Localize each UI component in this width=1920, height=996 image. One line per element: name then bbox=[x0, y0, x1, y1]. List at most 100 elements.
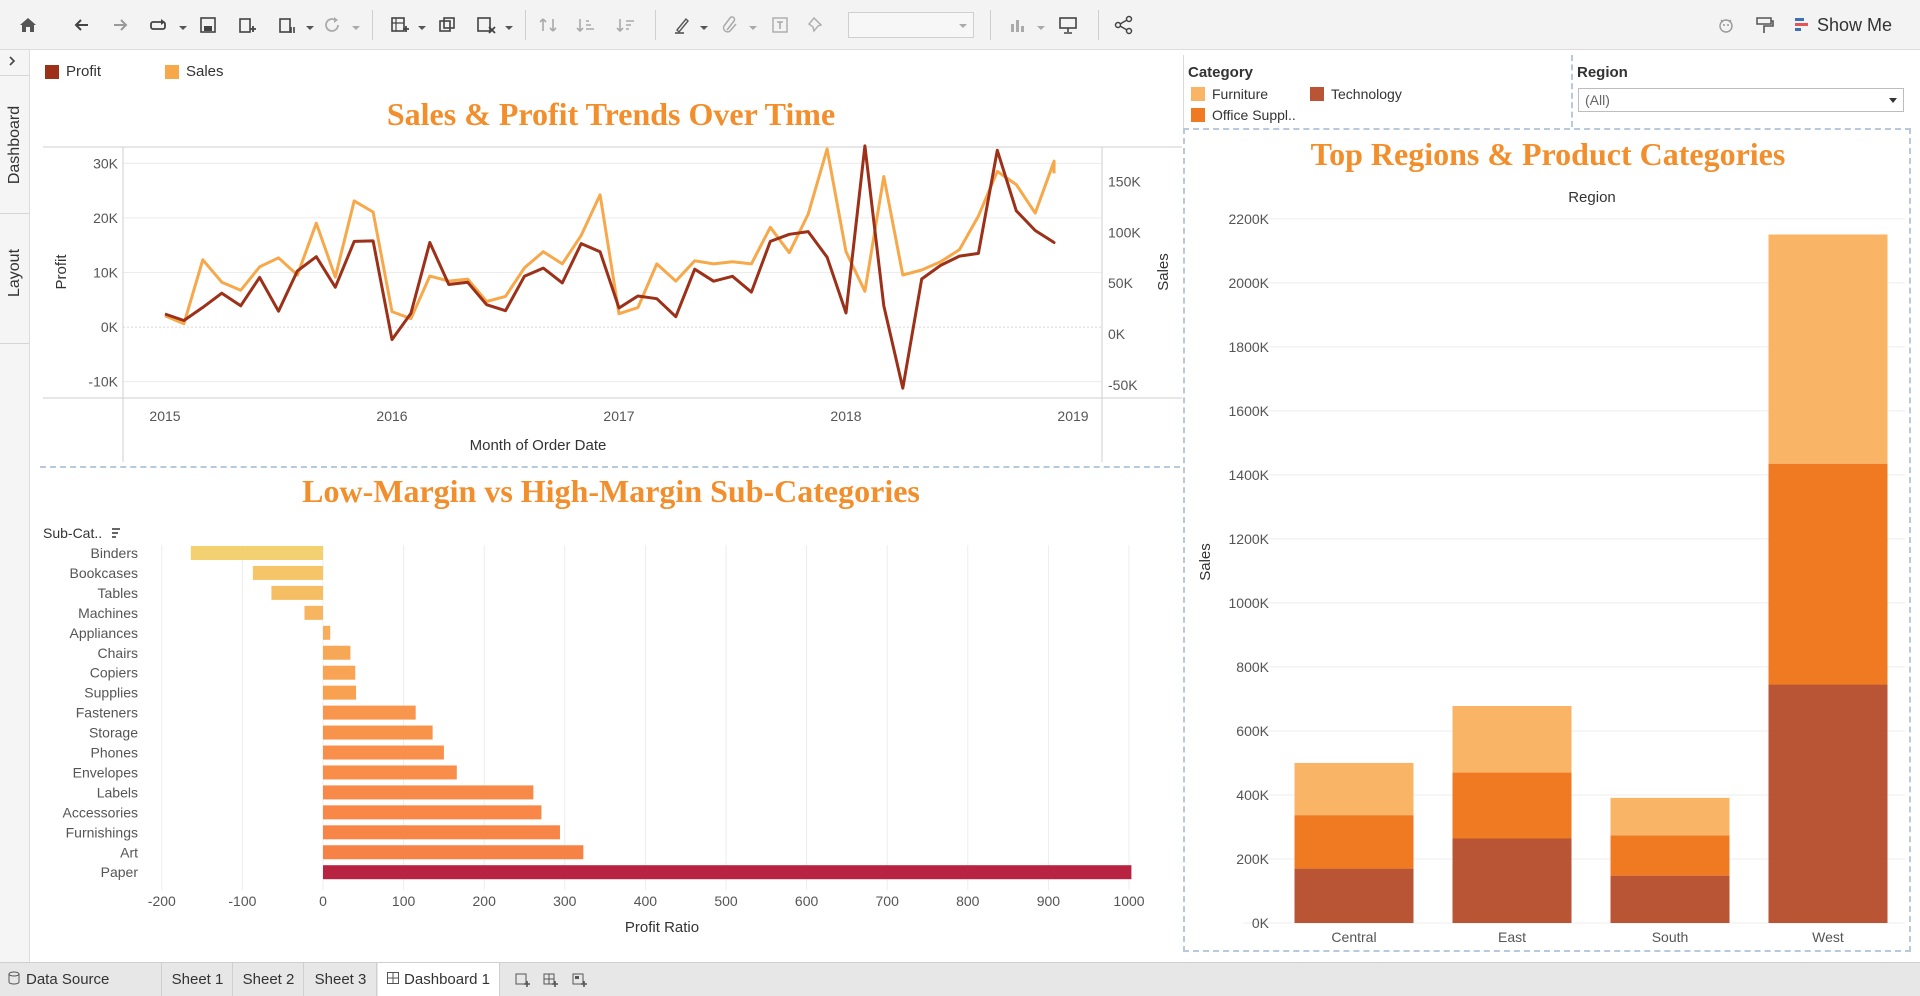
bar-labels[interactable] bbox=[323, 785, 534, 800]
y-tick-label: 0K bbox=[1252, 915, 1270, 931]
x-tick-label: 100 bbox=[392, 893, 416, 909]
data-source-tab[interactable]: Data Source bbox=[0, 963, 162, 996]
new-worksheet-icon[interactable] bbox=[386, 11, 414, 39]
bar-appliances[interactable] bbox=[323, 625, 331, 640]
share-icon[interactable] bbox=[1110, 11, 1138, 39]
bar-chairs[interactable] bbox=[323, 645, 351, 660]
bar-segment-technology[interactable] bbox=[1610, 875, 1730, 923]
save-icon[interactable] bbox=[194, 11, 222, 39]
line-chart[interactable]: 30K 20K 10K 0K -10K 150K 100K 50K 0K -50K 2015 20… bbox=[40, 140, 1182, 466]
swap-icon[interactable] bbox=[534, 11, 562, 39]
bar-copiers[interactable] bbox=[323, 665, 356, 680]
tab-layout[interactable]: Layout bbox=[0, 218, 30, 328]
bar-segment-technology[interactable] bbox=[1452, 838, 1572, 923]
chevron-down-icon[interactable] bbox=[352, 19, 360, 30]
x-tick-label: 2016 bbox=[376, 408, 407, 424]
label-icon[interactable] bbox=[766, 11, 794, 39]
clear-icon[interactable] bbox=[472, 11, 500, 39]
category-label: Chairs bbox=[98, 645, 138, 661]
show-me-button[interactable]: Show Me bbox=[1795, 12, 1892, 38]
bar-segment-technology[interactable] bbox=[1294, 868, 1414, 923]
y-right-tick-label: 50K bbox=[1108, 275, 1134, 291]
chevron-down-icon[interactable] bbox=[749, 19, 757, 30]
chart-icon[interactable] bbox=[1004, 11, 1032, 39]
bar-bookcases[interactable] bbox=[252, 565, 323, 580]
chevron-down-icon[interactable] bbox=[179, 19, 187, 30]
category-item-technology[interactable]: Technology bbox=[1310, 86, 1402, 102]
sheet-tab-active[interactable]: Dashboard 1 bbox=[378, 963, 500, 996]
chevron-down-icon[interactable] bbox=[306, 19, 314, 30]
legend-item-profit[interactable]: Profit bbox=[45, 63, 101, 80]
chevron-down-icon[interactable] bbox=[700, 19, 708, 30]
x-tick-label: 900 bbox=[1037, 893, 1061, 909]
category-label: Art bbox=[120, 844, 138, 860]
format-icon[interactable] bbox=[1750, 11, 1778, 39]
bar-accessories[interactable] bbox=[323, 805, 542, 820]
chevron-down-icon[interactable] bbox=[418, 19, 426, 30]
bar-binders[interactable] bbox=[190, 546, 323, 560]
bar-paper[interactable] bbox=[323, 865, 1132, 880]
legend-item-sales[interactable]: Sales bbox=[165, 63, 224, 80]
bar-phones[interactable] bbox=[323, 745, 444, 760]
region-filter-dropdown[interactable]: (All) bbox=[1578, 88, 1904, 112]
group-icon[interactable] bbox=[716, 11, 744, 39]
sort-desc-icon[interactable] bbox=[612, 11, 640, 39]
pause-icon[interactable] bbox=[272, 11, 300, 39]
subcategory-bar-chart[interactable]: Sub-Cat.. Binders Bookcases Tables Machines… bbox=[40, 520, 1182, 940]
add-datasource-icon[interactable] bbox=[233, 11, 261, 39]
category-item-office-supplies[interactable]: Office Suppl.. bbox=[1191, 107, 1296, 123]
pin-icon[interactable] bbox=[802, 11, 830, 39]
bar-segment-furniture[interactable] bbox=[1768, 234, 1888, 464]
sales-series-line[interactable] bbox=[164, 147, 1056, 326]
new-dashboard-icon[interactable] bbox=[538, 963, 564, 996]
bar-segment-furniture[interactable] bbox=[1610, 797, 1730, 836]
tab-dashboard[interactable]: Dashboard bbox=[0, 80, 30, 210]
y-tick-label: 2200K bbox=[1229, 211, 1270, 227]
sheet-tab[interactable]: Sheet 1 bbox=[163, 963, 233, 996]
sheet-tab[interactable]: Sheet 3 bbox=[305, 963, 377, 996]
region-filter-title: Region bbox=[1577, 64, 1628, 81]
bar-segment-technology[interactable] bbox=[1768, 684, 1888, 923]
category-label: Copiers bbox=[90, 665, 138, 681]
redo-icon[interactable] bbox=[106, 11, 134, 39]
category-item-furniture[interactable]: Furniture bbox=[1191, 86, 1268, 102]
y-right-tick-label: -50K bbox=[1108, 377, 1138, 393]
chevron-down-icon[interactable] bbox=[505, 19, 513, 30]
bar-envelopes[interactable] bbox=[323, 765, 457, 780]
y-tick-label: 200K bbox=[1236, 851, 1269, 867]
bar-fasteners[interactable] bbox=[323, 705, 416, 720]
bar-furnishings[interactable] bbox=[323, 825, 560, 840]
side-panel: Dashboard Layout bbox=[0, 50, 30, 962]
bar-segment-office-supplies[interactable] bbox=[1294, 815, 1414, 869]
bar-storage[interactable] bbox=[323, 725, 433, 740]
new-worksheet-icon[interactable] bbox=[510, 963, 536, 996]
bar-supplies[interactable] bbox=[323, 685, 357, 700]
new-story-icon[interactable] bbox=[567, 963, 593, 996]
profit-series-line[interactable] bbox=[164, 144, 1056, 390]
refresh-icon[interactable] bbox=[318, 11, 346, 39]
region-stacked-chart[interactable]: Region 2200K 2000K 1800K 1600K 1400K 1200K 100… bbox=[1185, 185, 1910, 950]
undo-icon[interactable] bbox=[68, 11, 96, 39]
highlight-icon[interactable] bbox=[668, 11, 696, 39]
tableau-icon[interactable] bbox=[1712, 11, 1740, 39]
bar-art[interactable] bbox=[323, 845, 584, 860]
bar-machines[interactable] bbox=[304, 605, 323, 620]
bar-segment-furniture[interactable] bbox=[1452, 705, 1572, 773]
legend-label: Technology bbox=[1331, 86, 1402, 102]
sort-asc-icon[interactable] bbox=[572, 11, 600, 39]
duplicate-icon[interactable] bbox=[433, 11, 461, 39]
bar-segment-office-supplies[interactable] bbox=[1768, 463, 1888, 685]
sheet-tab[interactable]: Sheet 2 bbox=[234, 963, 304, 996]
category-label: Phones bbox=[91, 745, 138, 761]
replay-icon[interactable] bbox=[144, 11, 172, 39]
bar-tables[interactable] bbox=[271, 585, 323, 600]
presentation-icon[interactable] bbox=[1054, 11, 1082, 39]
bar-segment-office-supplies[interactable] bbox=[1610, 835, 1730, 876]
expand-chevron-icon[interactable] bbox=[6, 54, 18, 72]
fit-combo[interactable] bbox=[848, 12, 974, 38]
chevron-down-icon[interactable] bbox=[1037, 19, 1045, 30]
home-icon[interactable] bbox=[14, 11, 42, 39]
sort-icon[interactable] bbox=[112, 528, 120, 538]
bar-segment-furniture[interactable] bbox=[1294, 762, 1414, 816]
bar-segment-office-supplies[interactable] bbox=[1452, 772, 1572, 839]
